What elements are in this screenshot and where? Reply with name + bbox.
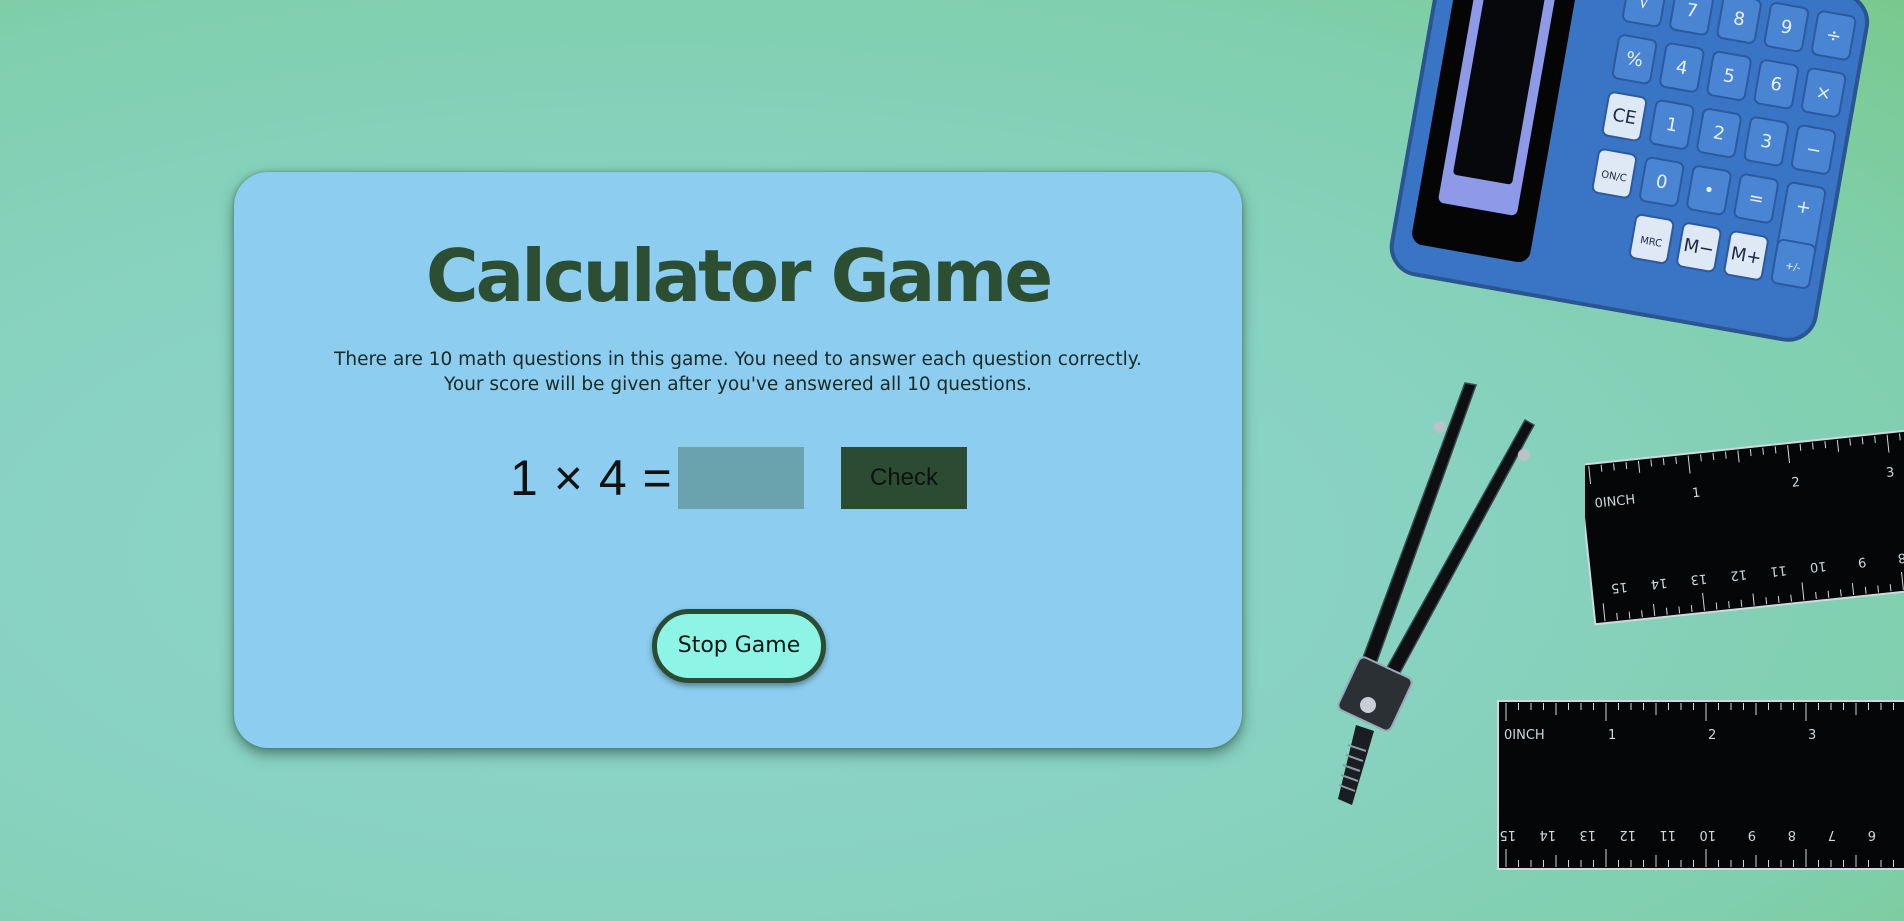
ruler-top-label-2: 2 [1791, 475, 1801, 491]
question-row: 1 × 4 = Check [234, 447, 1242, 509]
check-button[interactable]: Check [841, 447, 967, 509]
ruler-bottom-zero-label: 0INCH [1504, 728, 1545, 743]
calculator-key: 4 [1659, 42, 1705, 93]
operator-sign: × [553, 450, 584, 506]
ruler-lower-label: 15 [1499, 827, 1516, 842]
answer-input[interactable] [678, 447, 804, 509]
ruler-lower-label: 11 [1769, 562, 1787, 579]
calculator-key: % [1611, 34, 1658, 85]
calculator-key: ÷ [1811, 10, 1857, 61]
ruler-top-label-1: 1 [1691, 486, 1701, 502]
calculator-key: 9 [1763, 2, 1810, 53]
calculator-key: 6 [1753, 59, 1799, 110]
calculator-key: 2 [1696, 108, 1742, 159]
calculator-key: 0 [1639, 156, 1685, 207]
ruler-lower-label: 10 [1809, 558, 1827, 575]
ruler-bottom-illustration: 15 14 13 12 11 10 9 8 7 6 0INCH 1 2 3 [1497, 700, 1904, 870]
operand-a: 1 [510, 450, 539, 506]
calculator-key: 7 [1669, 0, 1715, 36]
operand-b: 4 [598, 450, 628, 506]
calculator-key: × [1801, 67, 1847, 118]
calculator-key: 5 [1706, 50, 1752, 101]
svg-text:%: % [1624, 48, 1644, 72]
calculator-key: CE [1601, 91, 1648, 142]
ruler-top-illustration: 15 14 13 12 11 10 9 8 0INCH 1 2 3 [1585, 426, 1904, 626]
ruler-lower-label: 10 [1699, 827, 1716, 842]
ruler-lower-label: 11 [1659, 827, 1676, 842]
game-title: Calculator Game [425, 234, 1053, 318]
ruler-lower-label: 12 [1619, 827, 1636, 842]
calculator-key: = [1733, 173, 1779, 224]
svg-text:CE: CE [1611, 104, 1638, 129]
ruler-bottom-label-2: 2 [1708, 728, 1716, 743]
ruler-lower-label: 8 [1788, 827, 1796, 842]
calculator-key: +/- [1770, 238, 1817, 289]
calculator-key: M+ [1723, 230, 1769, 281]
ruler-lower-label: 13 [1579, 827, 1596, 842]
ruler-lower-label: 12 [1730, 566, 1748, 583]
ruler-bottom-label-1: 1 [1608, 728, 1616, 743]
calculator-key: 1 [1649, 99, 1695, 150]
calculator-key: − [1790, 124, 1837, 175]
ruler-top-label-3: 3 [1885, 465, 1895, 481]
calculator-key: M− [1676, 222, 1722, 273]
ruler-lower-label: 13 [1690, 570, 1708, 587]
calculator-key: ON/C [1591, 148, 1637, 199]
ruler-lower-label: 14 [1539, 827, 1556, 842]
calculator-illustration: ÷×−++/-963=M+852•M−7410MRC√%CEON/C [1389, 0, 1870, 342]
ruler-lower-label: 15 [1610, 579, 1628, 596]
ruler-bottom-label-3: 3 [1808, 728, 1816, 743]
game-description: There are 10 math questions in this game… [334, 349, 1142, 395]
calculator-key: 3 [1743, 116, 1789, 167]
equals-sign: = [642, 450, 673, 506]
ruler-lower-label: 6 [1868, 827, 1876, 842]
math-question: 1 × 4 = [510, 447, 673, 509]
calculator-key: MRC [1629, 213, 1675, 264]
ruler-lower-label: 9 [1748, 827, 1756, 842]
game-card: Calculator Game There are 10 math questi… [234, 172, 1242, 748]
ruler-lower-label: 14 [1650, 575, 1668, 592]
stop-game-button[interactable]: Stop Game [652, 609, 826, 683]
calculator-key: 8 [1716, 0, 1762, 44]
calculator-key: • [1686, 165, 1732, 216]
ruler-lower-label: 7 [1828, 827, 1836, 842]
ruler-lower-label: 9 [1857, 554, 1867, 570]
